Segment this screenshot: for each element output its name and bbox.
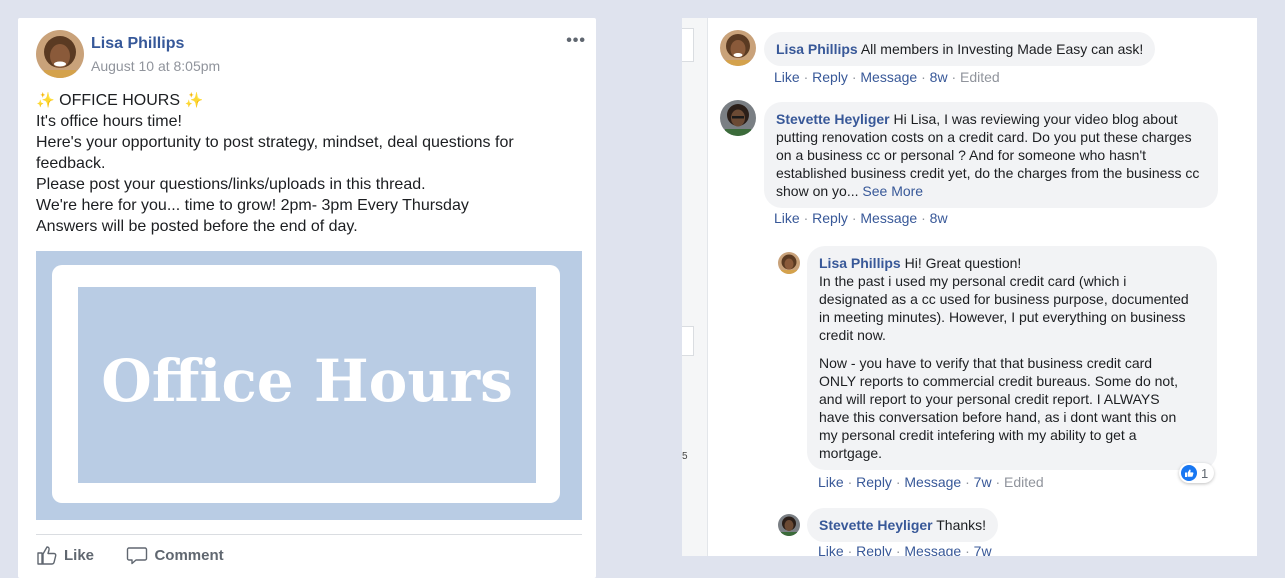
image-title: Office Hours <box>101 347 513 415</box>
reply-paragraph: In the past i used my personal credit ca… <box>819 272 1205 344</box>
reply-paragraph: Now - you have to verify that that busin… <box>819 354 1205 462</box>
comment-edited[interactable]: Edited <box>960 69 1000 85</box>
comment-bubble: Lisa Phillips All members in Investing M… <box>764 32 1156 66</box>
comments-panel: 5 Lisa Phillips All members in Investing… <box>682 18 1257 556</box>
comment-message-link[interactable]: Message <box>860 210 917 226</box>
reply-text-line: ONLY reports to commercial credit bureau… <box>819 373 1178 389</box>
comment-text: All members in Investing Made Easy can a… <box>860 41 1144 57</box>
reply-text-line: Now - you have to verify that that busin… <box>819 355 1153 371</box>
reply-age[interactable]: 7w <box>974 543 992 556</box>
reply-text-line: and will report to your personal credit … <box>819 391 1160 407</box>
post-actions-bar: Like Comment <box>36 534 582 574</box>
reply-age[interactable]: 7w <box>974 474 992 490</box>
reply-bubble: Stevette Heyliger Thanks! <box>807 508 999 542</box>
reply-reply-link[interactable]: Reply <box>856 474 892 490</box>
comment-age[interactable]: 8w <box>930 210 948 226</box>
post-line-title: ✨ OFFICE HOURS ✨ <box>36 90 566 111</box>
post-line: Answers will be posted before the end of… <box>36 218 358 235</box>
reaction-count: 1 <box>1201 465 1209 481</box>
image-frame: Office Hours <box>52 265 560 503</box>
reply-bubble: Lisa Phillips Hi! Great question! In the… <box>807 246 1217 470</box>
author-avatar[interactable] <box>36 30 84 78</box>
post-timestamp[interactable]: August 10 at 8:05pm <box>91 58 220 74</box>
reply-like-link[interactable]: Like <box>818 543 844 556</box>
like-button[interactable]: Like <box>36 545 94 565</box>
reply-first-line: Hi! Great question! <box>904 255 1022 271</box>
thumbs-up-icon <box>37 546 57 565</box>
comment-author[interactable]: Stevette Heyliger <box>776 111 890 127</box>
comment-message-link[interactable]: Message <box>860 69 917 85</box>
post-options-icon[interactable]: ••• <box>566 32 586 50</box>
reply-like-link[interactable]: Like <box>818 474 844 490</box>
reply-edited[interactable]: Edited <box>1004 474 1044 490</box>
post-line: Here's your opportunity to post strategy… <box>36 134 514 151</box>
post-image[interactable]: Office Hours <box>36 251 582 520</box>
reply-reply-link[interactable]: Reply <box>856 543 892 556</box>
side-glyph: 5 <box>682 451 688 462</box>
sparkle-icon: ✨ <box>36 92 55 109</box>
reply-author[interactable]: Stevette Heyliger <box>819 517 933 533</box>
comment-text-line: Hi Lisa, I was reviewing your video blog… <box>893 111 1178 127</box>
comment-text-line: show on yo... <box>776 183 859 199</box>
comment-text-line: on a business cc or personal ? And for s… <box>776 147 1147 163</box>
image-panel: Office Hours <box>78 287 536 483</box>
side-tab[interactable] <box>682 28 694 62</box>
reply-meta: Like · Reply · Message · 7w · Edited <box>818 474 1044 490</box>
comment-text-line: putting renovation costs on a credit car… <box>776 129 1192 145</box>
post-line: It's office hours time! <box>36 113 182 130</box>
reply-author[interactable]: Lisa Phillips <box>819 255 901 271</box>
comment-label: Comment <box>154 546 224 564</box>
comment-reply-link[interactable]: Reply <box>812 69 848 85</box>
comment-button[interactable]: Comment <box>126 545 224 565</box>
comment-age[interactable]: 8w <box>930 69 948 85</box>
comment-icon <box>127 547 148 565</box>
side-tab[interactable] <box>682 326 694 356</box>
post-author-name[interactable]: Lisa Phillips <box>91 35 184 53</box>
reply-avatar[interactable] <box>778 252 800 274</box>
like-reaction-icon <box>1181 465 1197 481</box>
post-line: Please post your questions/links/uploads… <box>36 176 426 193</box>
reply-text-line: mortgage. <box>819 445 883 461</box>
commenter-avatar[interactable] <box>720 100 756 136</box>
reply-text-line: In the past i used my personal credit ca… <box>819 273 1127 289</box>
reply-text-line: my personal credit intefering with my ab… <box>819 427 1137 443</box>
reply-text-line: in meeting minutes). However, I put ever… <box>819 309 1186 325</box>
post-card: Lisa Phillips August 10 at 8:05pm ••• ✨ … <box>18 18 596 578</box>
reply-text-line: designated as a cc used for business pur… <box>819 291 1189 307</box>
reaction-badge[interactable]: 1 <box>1179 463 1215 483</box>
comment-like-link[interactable]: Like <box>774 69 800 85</box>
post-body: ✨ OFFICE HOURS ✨ It's office hours time!… <box>36 90 566 237</box>
post-line: We're here for you... time to grow! 2pm-… <box>36 197 469 214</box>
post-line: feedback. <box>36 155 106 172</box>
reply-meta: Like · Reply · Message · 7w <box>818 543 992 556</box>
post-header: Lisa Phillips August 10 at 8:05pm ••• <box>36 30 586 80</box>
comment-author[interactable]: Lisa Phillips <box>776 41 858 57</box>
comment-meta: Like · Reply · Message · 8w · Edited <box>774 69 1000 85</box>
side-strip: 5 <box>682 18 708 556</box>
reply-message-link[interactable]: Message <box>904 543 961 556</box>
reply-message-link[interactable]: Message <box>904 474 961 490</box>
reply-text-line: credit now. <box>819 327 886 343</box>
reply-avatar[interactable] <box>778 514 800 536</box>
reply-text: Thanks! <box>936 517 987 533</box>
sparkle-icon: ✨ <box>184 92 204 109</box>
reply-text-line: have this conversation before hand, as i… <box>819 409 1177 425</box>
comment-bubble: Stevette Heyliger Hi Lisa, I was reviewi… <box>764 102 1218 208</box>
commenter-avatar[interactable] <box>720 30 756 66</box>
post-heading: OFFICE HOURS <box>54 92 185 109</box>
see-more-link[interactable]: See More <box>862 183 923 199</box>
comment-reply-link[interactable]: Reply <box>812 210 848 226</box>
comment-like-link[interactable]: Like <box>774 210 800 226</box>
like-label: Like <box>64 546 95 564</box>
comment-text-line: established business credit yet, do the … <box>776 165 1200 181</box>
comment-meta: Like · Reply · Message · 8w <box>774 210 948 226</box>
